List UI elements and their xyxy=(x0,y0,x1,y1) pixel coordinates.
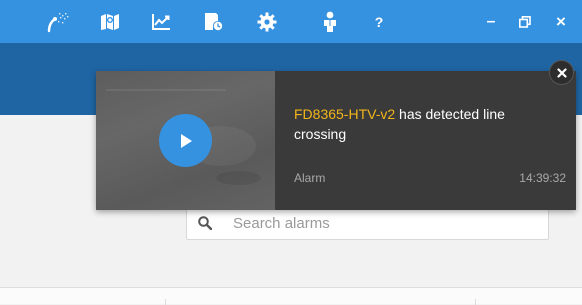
search-box[interactable] xyxy=(186,206,549,240)
gear-icon xyxy=(257,12,277,31)
schedule-button[interactable] xyxy=(199,8,227,35)
wand-button[interactable] xyxy=(42,8,74,35)
minimize-button[interactable]: – xyxy=(480,8,502,35)
chart-icon xyxy=(152,13,170,30)
column-divider xyxy=(475,299,476,305)
close-icon: × xyxy=(556,11,566,31)
settings-button[interactable] xyxy=(253,8,281,35)
window-close-button[interactable]: × xyxy=(550,8,572,35)
notification-close-button[interactable] xyxy=(549,60,574,85)
alarm-message: FD8365-HTV-v2 has detected line crossing xyxy=(294,104,554,144)
top-toolbar: ? – × xyxy=(0,0,582,43)
play-icon xyxy=(180,133,192,148)
help-icon: ? xyxy=(374,13,384,30)
restore-icon xyxy=(519,15,531,28)
map-icon xyxy=(101,13,119,30)
search-input[interactable] xyxy=(233,207,533,239)
user-button[interactable] xyxy=(317,8,343,35)
user-icon xyxy=(324,11,336,32)
alarm-notification[interactable]: FD8365-HTV-v2 has detected line crossing… xyxy=(96,71,576,210)
minimize-icon: – xyxy=(486,12,496,30)
device-name: FD8365-HTV-v2 xyxy=(294,106,396,122)
restore-button[interactable] xyxy=(514,8,536,35)
map-button[interactable] xyxy=(95,8,125,35)
search-icon xyxy=(198,216,212,230)
wand-icon xyxy=(47,12,69,32)
help-button[interactable]: ? xyxy=(368,8,390,35)
alarm-type: Alarm xyxy=(294,171,326,185)
play-button[interactable] xyxy=(159,114,212,167)
column-divider xyxy=(165,299,166,305)
close-icon xyxy=(556,67,567,78)
alarm-table-header xyxy=(0,287,582,305)
schedule-icon xyxy=(205,12,223,30)
chart-button[interactable] xyxy=(145,8,177,35)
alarm-snapshot[interactable] xyxy=(96,71,275,210)
alarm-time: 14:39:32 xyxy=(519,171,566,185)
